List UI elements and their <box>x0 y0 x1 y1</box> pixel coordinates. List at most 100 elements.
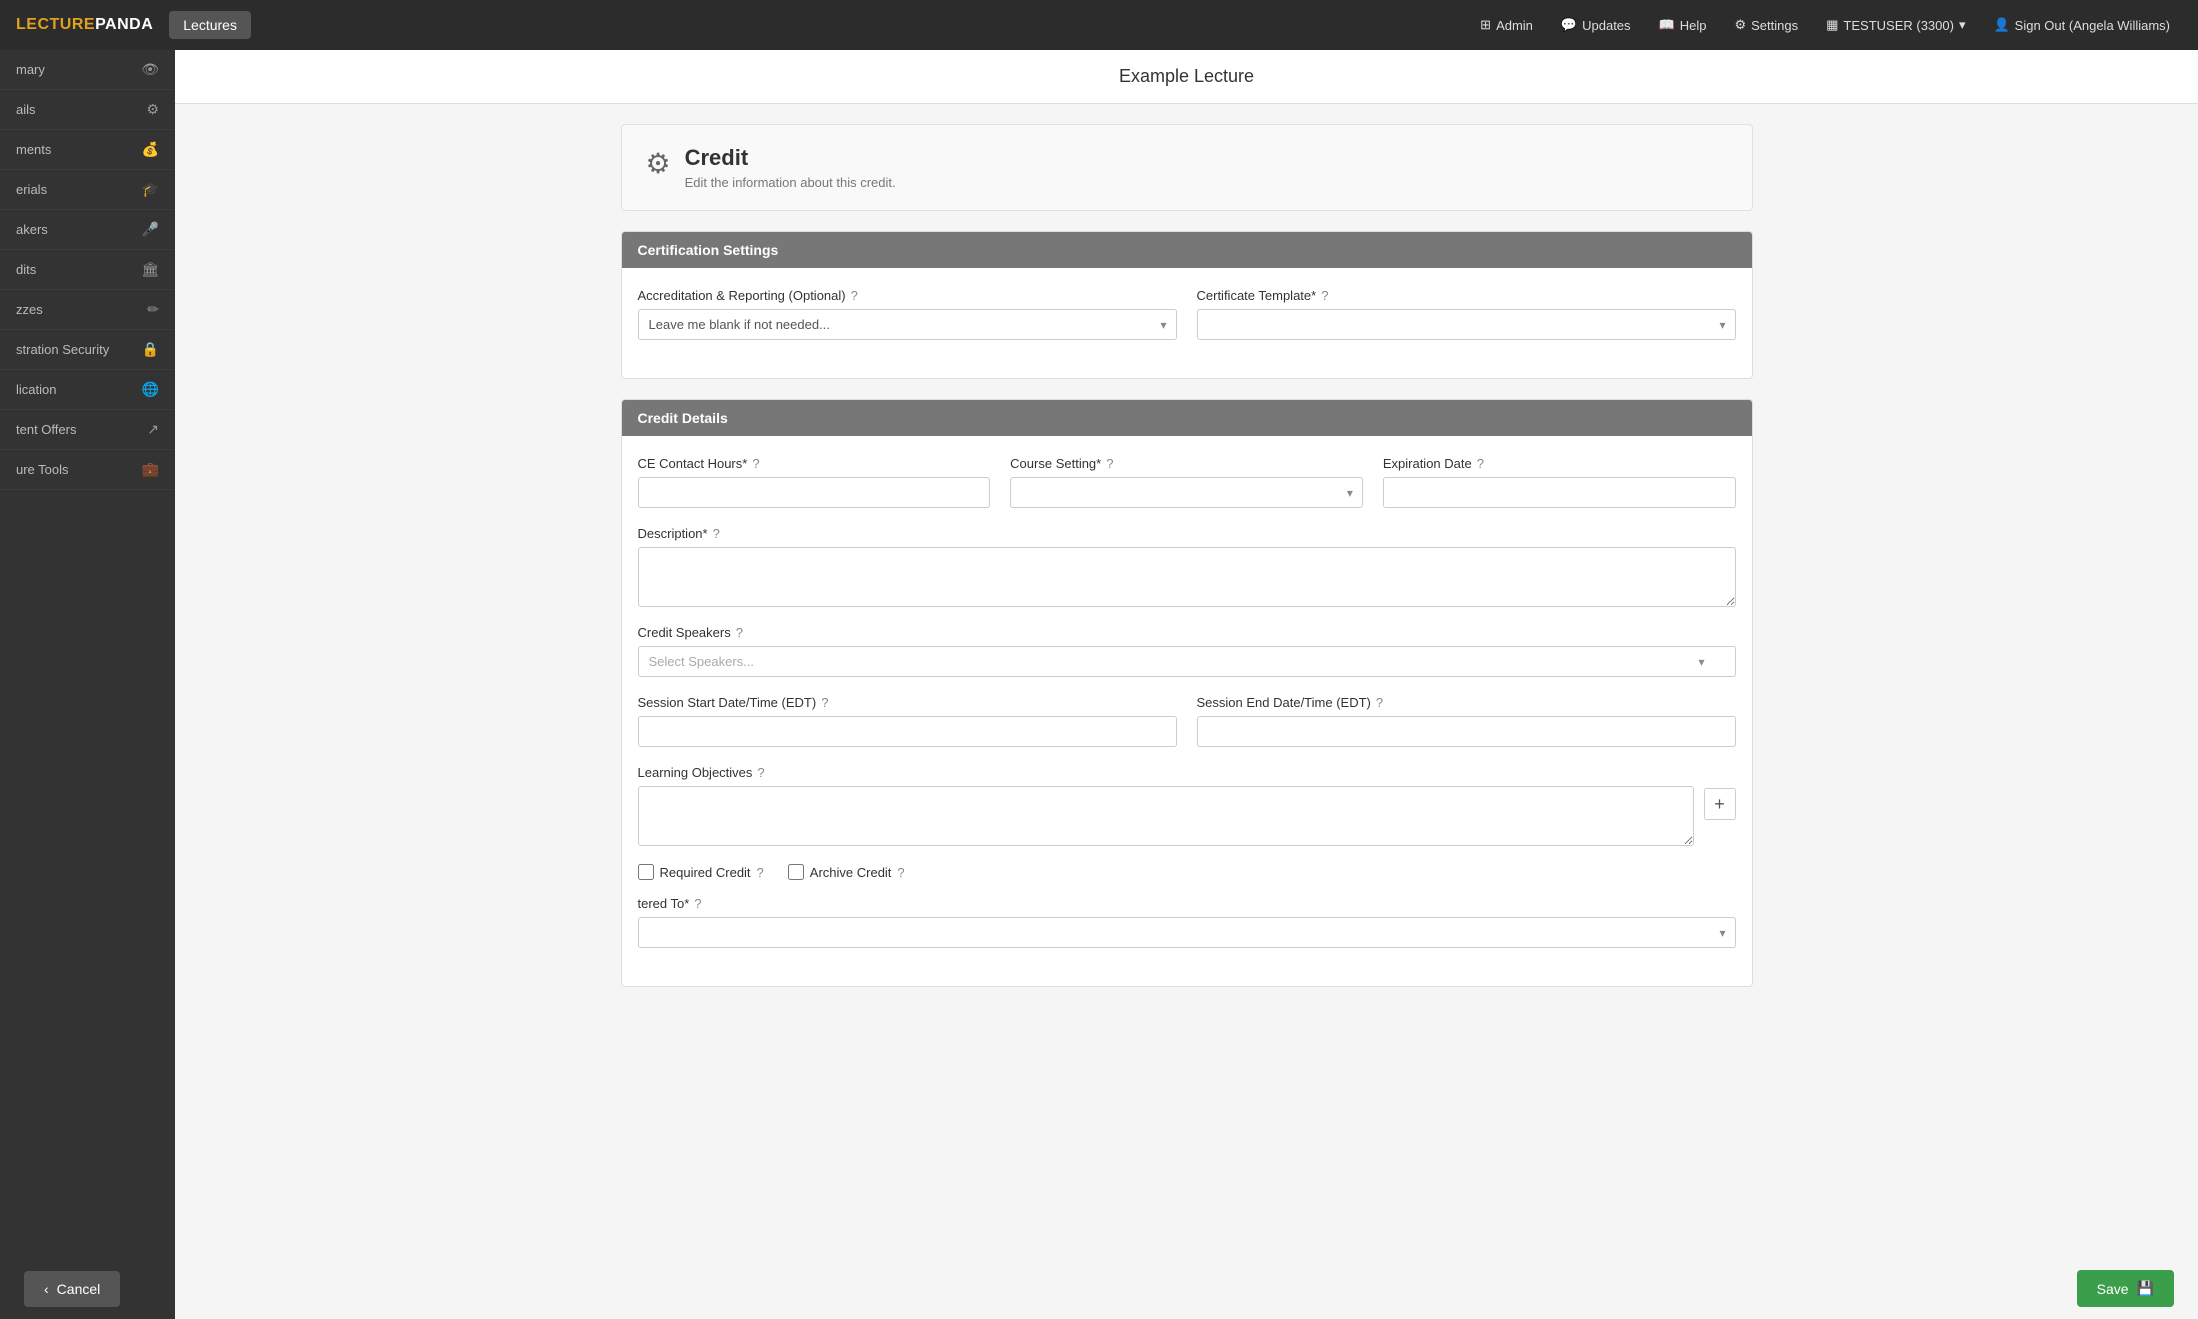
sidebar-label-registration: stration Security <box>16 342 109 357</box>
signout-nav-item[interactable]: 👤 Sign Out (Angela Williams) <box>1981 11 2182 39</box>
content-area: ⚙ Credit Edit the information about this… <box>597 104 1777 1087</box>
save-label: Save <box>2097 1281 2129 1297</box>
required-credit-checkbox[interactable] <box>638 864 654 880</box>
share-icon: ↗ <box>147 421 159 438</box>
sidebar-item-publication[interactable]: lication 🌐 <box>0 370 175 410</box>
app-logo: LECTUREPANDA <box>16 16 153 34</box>
eye-icon: 👁 <box>141 61 159 78</box>
expiration-date-input[interactable] <box>1383 477 1736 508</box>
description-group: Description* ? <box>638 526 1736 607</box>
updates-label: Updates <box>1582 18 1630 33</box>
learning-objectives-wrap: + <box>638 786 1736 846</box>
registered-to-help-icon[interactable]: ? <box>694 896 701 911</box>
session-end-help-icon[interactable]: ? <box>1376 695 1383 710</box>
certificate-template-group: Certificate Template* ? ▾ <box>1197 288 1736 340</box>
course-setting-label: Course Setting* ? <box>1010 456 1363 471</box>
certification-settings-body: Accreditation & Reporting (Optional) ? L… <box>622 268 1752 378</box>
bottom-bar: ‹ Cancel Save 💾 <box>0 1258 2198 1319</box>
learning-objectives-label: Learning Objectives ? <box>638 765 1736 780</box>
checkbox-row: Required Credit ? Archive Credit ? <box>638 864 1736 880</box>
credit-subtitle: Edit the information about this credit. <box>685 175 896 190</box>
accreditation-select[interactable]: Leave me blank if not needed... <box>638 309 1177 340</box>
pencil-icon: ✏ <box>147 301 159 318</box>
archive-credit-item: Archive Credit ? <box>788 864 905 880</box>
lock-icon: 🔒 <box>142 341 159 358</box>
expiration-date-help-icon[interactable]: ? <box>1477 456 1484 471</box>
briefcase-icon: 💼 <box>142 461 159 478</box>
page-title: Example Lecture <box>175 50 2198 104</box>
session-start-input[interactable] <box>638 716 1177 747</box>
archive-credit-label: Archive Credit <box>810 865 892 880</box>
expiration-date-label: Expiration Date ? <box>1383 456 1736 471</box>
credit-details-header: Credit Details <box>622 400 1752 436</box>
ce-help-icon[interactable]: ? <box>752 456 759 471</box>
help-icon: 📖 <box>1659 17 1675 33</box>
updates-nav-item[interactable]: 💬 Updates <box>1549 11 1643 39</box>
credit-gear-icon: ⚙ <box>646 147 671 180</box>
gear-icon: ⚙ <box>146 101 159 118</box>
session-start-group: Session Start Date/Time (EDT) ? <box>638 695 1177 747</box>
course-setting-select[interactable] <box>1010 477 1363 508</box>
sidebar-item-quizzes[interactable]: zzes ✏ <box>0 290 175 330</box>
ce-course-expiration-row: CE Contact Hours* ? Course Setting* ? <box>638 456 1736 508</box>
ce-contact-hours-label: CE Contact Hours* ? <box>638 456 991 471</box>
sidebar-item-credits[interactable]: dits 🏛 <box>0 250 175 290</box>
registered-to-group: tered To* ? ▾ <box>638 896 1736 948</box>
certification-form-row: Accreditation & Reporting (Optional) ? L… <box>638 288 1736 340</box>
admin-nav-item[interactable]: ⊞ Admin <box>1468 11 1545 39</box>
archive-credit-checkbox[interactable] <box>788 864 804 880</box>
certificate-template-select-wrap: ▾ <box>1197 309 1736 340</box>
archive-credit-help-icon[interactable]: ? <box>897 865 904 880</box>
learning-objectives-textarea[interactable] <box>638 786 1694 846</box>
required-credit-label: Required Credit <box>660 865 751 880</box>
sidebar-label-speakers: akers <box>16 222 48 237</box>
testuser-icon: ▦ <box>1826 17 1838 33</box>
required-credit-help-icon[interactable]: ? <box>757 865 764 880</box>
course-setting-help-icon[interactable]: ? <box>1106 456 1113 471</box>
sidebar-item-documents[interactable]: ments 💰 <box>0 130 175 170</box>
sidebar-item-details[interactable]: ails ⚙ <box>0 90 175 130</box>
graduation-icon: 🎓 <box>142 181 159 198</box>
sidebar-item-lecture-tools[interactable]: ure Tools 💼 <box>0 450 175 490</box>
sidebar-item-summary[interactable]: mary 👁 <box>0 50 175 90</box>
credit-details-section: Credit Details CE Contact Hours* ? <box>621 399 1753 987</box>
cancel-button[interactable]: ‹ Cancel <box>24 1271 120 1307</box>
credit-title: Credit <box>685 145 896 171</box>
certificate-template-select[interactable] <box>1197 309 1736 340</box>
accreditation-label: Accreditation & Reporting (Optional) ? <box>638 288 1177 303</box>
learning-objectives-help-icon[interactable]: ? <box>757 765 764 780</box>
save-button[interactable]: Save 💾 <box>2077 1270 2174 1307</box>
speakers-help-icon[interactable]: ? <box>736 625 743 640</box>
ce-contact-hours-input[interactable] <box>638 477 991 508</box>
lectures-tab[interactable]: Lectures <box>169 11 251 39</box>
certificate-template-help-icon[interactable]: ? <box>1321 288 1328 303</box>
help-nav-item[interactable]: 📖 Help <box>1647 11 1719 39</box>
session-end-input[interactable] <box>1197 716 1736 747</box>
sidebar-item-speakers[interactable]: akers 🎤 <box>0 210 175 250</box>
speakers-select-wrap: Select Speakers... ▾ <box>638 646 1736 677</box>
description-textarea[interactable] <box>638 547 1736 607</box>
add-learning-objective-button[interactable]: + <box>1704 788 1736 820</box>
credit-header-card: ⚙ Credit Edit the information about this… <box>621 124 1753 211</box>
sidebar-item-materials[interactable]: erials 🎓 <box>0 170 175 210</box>
top-nav-items: ⊞ Admin 💬 Updates 📖 Help ⚙ Settings ▦ TE… <box>1468 11 2182 39</box>
registered-to-select[interactable] <box>638 917 1736 948</box>
chevron-down-icon: ▾ <box>1959 17 1966 33</box>
description-help-icon[interactable]: ? <box>713 526 720 541</box>
sidebar-label-materials: erials <box>16 182 47 197</box>
credit-speakers-group: Credit Speakers ? Select Speakers... ▾ <box>638 625 1736 677</box>
session-start-help-icon[interactable]: ? <box>821 695 828 710</box>
accreditation-group: Accreditation & Reporting (Optional) ? L… <box>638 288 1177 340</box>
settings-label: Settings <box>1751 18 1798 33</box>
settings-nav-item[interactable]: ⚙ Settings <box>1722 11 1810 39</box>
testuser-nav-item[interactable]: ▦ TESTUSER (3300) ▾ <box>1814 11 1977 39</box>
testuser-label: TESTUSER (3300) <box>1843 18 1954 33</box>
speakers-select-display[interactable]: Select Speakers... ▾ <box>638 646 1736 677</box>
speakers-caret-icon: ▾ <box>1698 655 1704 669</box>
sidebar: mary 👁 ails ⚙ ments 💰 erials 🎓 akers 🎤 d… <box>0 50 175 1319</box>
sidebar-item-registration[interactable]: stration Security 🔒 <box>0 330 175 370</box>
session-start-label: Session Start Date/Time (EDT) ? <box>638 695 1177 710</box>
sidebar-item-content-offers[interactable]: tent Offers ↗ <box>0 410 175 450</box>
accreditation-help-icon[interactable]: ? <box>851 288 858 303</box>
expiration-date-group: Expiration Date ? <box>1383 456 1736 508</box>
